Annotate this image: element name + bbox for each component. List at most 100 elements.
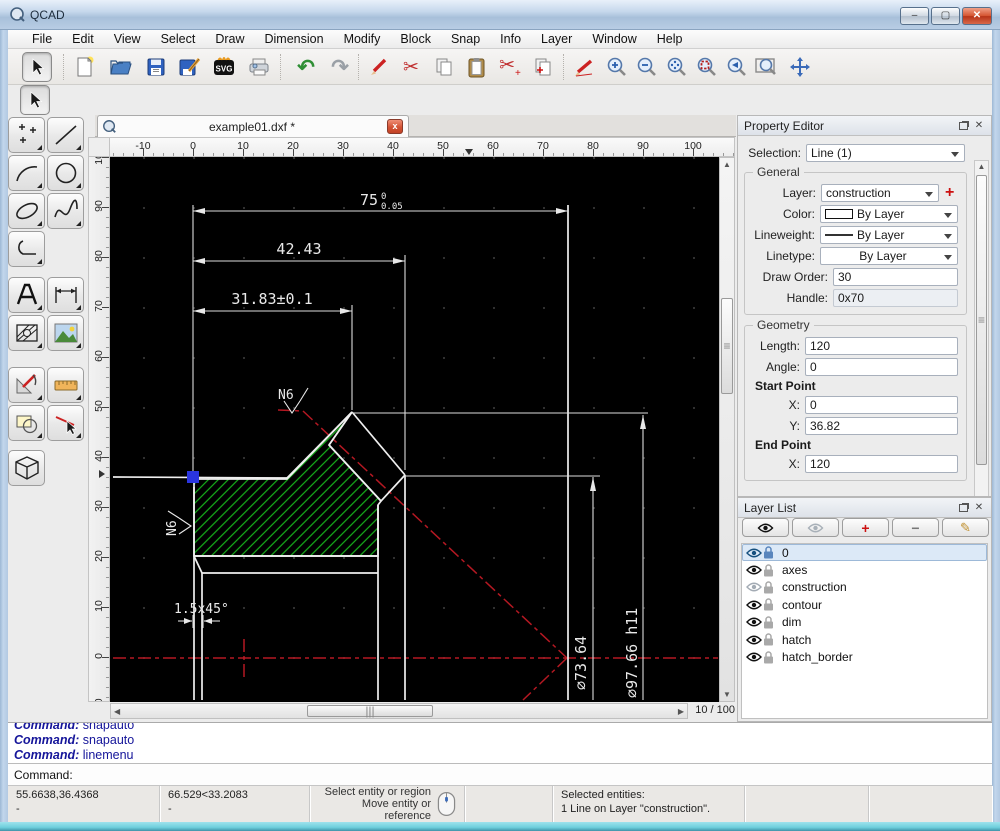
document-tab[interactable]: example01.dxf * x bbox=[97, 115, 409, 137]
layer-row[interactable]: construction bbox=[742, 579, 987, 596]
cut-with-reference-button[interactable]: ✂+ bbox=[495, 52, 525, 82]
layer-visibility-eye-icon[interactable] bbox=[746, 651, 763, 663]
property-editor-button[interactable] bbox=[569, 52, 599, 82]
start-x-input[interactable]: 0 bbox=[805, 396, 958, 414]
layer-visibility-eye-icon[interactable] bbox=[746, 581, 763, 593]
layer-row[interactable]: hatch bbox=[742, 631, 987, 648]
layer-lock-icon[interactable] bbox=[763, 598, 778, 611]
property-scrollbar-thumb[interactable]: ≡ bbox=[976, 175, 987, 465]
draw-order-input[interactable]: 30 bbox=[833, 268, 958, 286]
menu-item[interactable]: File bbox=[22, 32, 62, 46]
command-history[interactable]: Command: snapauto Command: snapauto Comm… bbox=[8, 722, 992, 764]
layer-visibility-eye-icon[interactable] bbox=[746, 599, 763, 611]
float-panel-icon[interactable] bbox=[959, 122, 968, 130]
open-file-button[interactable] bbox=[105, 52, 135, 82]
menu-item[interactable]: Snap bbox=[441, 32, 490, 46]
print-button[interactable] bbox=[244, 52, 274, 82]
add-layer-icon[interactable]: + bbox=[945, 184, 954, 202]
show-all-layers-button[interactable] bbox=[742, 518, 789, 537]
zoom-to-selection-button[interactable] bbox=[692, 52, 722, 82]
close-panel-icon[interactable]: ✕ bbox=[973, 120, 985, 131]
add-layer-button[interactable]: + bbox=[842, 518, 889, 537]
menu-item[interactable]: Block bbox=[390, 32, 441, 46]
menu-item[interactable]: View bbox=[104, 32, 151, 46]
ellipse-tools-button[interactable] bbox=[8, 193, 45, 229]
edit-button[interactable] bbox=[364, 52, 394, 82]
zoom-in-button[interactable] bbox=[602, 52, 632, 82]
block-tools-button[interactable] bbox=[8, 405, 45, 441]
menu-item[interactable]: Help bbox=[647, 32, 693, 46]
close-panel-icon[interactable]: ✕ bbox=[973, 502, 985, 513]
maximize-button[interactable]: ▢ bbox=[931, 7, 960, 25]
select-tool-button[interactable] bbox=[22, 52, 52, 82]
layer-combobox[interactable]: construction bbox=[821, 184, 939, 202]
layer-lock-icon[interactable] bbox=[763, 650, 778, 664]
selection-tool-button[interactable] bbox=[20, 85, 50, 115]
lineweight-combobox[interactable]: By Layer bbox=[819, 226, 958, 244]
end-x-input[interactable]: 120 bbox=[805, 455, 958, 473]
start-y-input[interactable]: 36.82 bbox=[805, 417, 958, 435]
pan-button[interactable] bbox=[785, 52, 815, 82]
command-input[interactable] bbox=[73, 767, 992, 783]
layer-visibility-eye-icon[interactable] bbox=[746, 634, 763, 646]
layer-lock-icon[interactable] bbox=[763, 616, 778, 629]
layer-row[interactable]: 0 bbox=[742, 544, 987, 562]
hide-all-layers-button[interactable] bbox=[792, 518, 839, 537]
solid-tools-button[interactable] bbox=[8, 450, 45, 486]
minimize-button[interactable]: – bbox=[900, 7, 929, 25]
modify-tools-button[interactable] bbox=[8, 367, 45, 403]
cut-button[interactable]: ✂ bbox=[396, 52, 426, 82]
layer-lock-icon[interactable] bbox=[763, 546, 778, 559]
paste-button[interactable] bbox=[461, 52, 491, 82]
vertical-scrollbar[interactable]: ▲ ≡ ▼ bbox=[719, 157, 735, 702]
title-bar[interactable]: QCAD – ▢ ✕ bbox=[0, 0, 1000, 30]
layer-list-titlebar[interactable]: Layer List ✕ bbox=[738, 498, 991, 518]
menu-item[interactable]: Window bbox=[582, 32, 646, 46]
measure-tools-button[interactable] bbox=[47, 367, 84, 403]
menu-item[interactable]: Select bbox=[151, 32, 206, 46]
selection-combobox[interactable]: Line (1) bbox=[806, 144, 965, 162]
line-tools-button[interactable] bbox=[47, 117, 84, 153]
layer-row[interactable]: axes bbox=[742, 561, 987, 578]
layer-lock-icon[interactable] bbox=[763, 581, 778, 594]
menu-item[interactable]: Edit bbox=[62, 32, 104, 46]
text-tool-button[interactable] bbox=[8, 277, 45, 313]
layer-visibility-eye-icon[interactable] bbox=[746, 564, 763, 576]
polyline-tools-button[interactable] bbox=[8, 231, 45, 267]
copy-with-reference-button[interactable] bbox=[528, 52, 558, 82]
menu-item[interactable]: Layer bbox=[531, 32, 582, 46]
angle-input[interactable]: 0 bbox=[805, 358, 958, 376]
new-file-button[interactable] bbox=[70, 52, 100, 82]
vertical-scrollbar-thumb[interactable]: ≡ bbox=[721, 298, 733, 394]
redo-button[interactable]: ↷ bbox=[325, 52, 355, 82]
hatch-tool-button[interactable] bbox=[8, 315, 45, 351]
float-panel-icon[interactable] bbox=[959, 504, 968, 512]
circle-tools-button[interactable] bbox=[47, 155, 84, 191]
horizontal-scrollbar[interactable]: ◀ ||| ▶ bbox=[110, 703, 688, 719]
color-combobox[interactable]: By Layer bbox=[819, 205, 958, 223]
menu-item[interactable]: Info bbox=[490, 32, 531, 46]
layer-visibility-eye-icon[interactable] bbox=[746, 616, 763, 628]
property-editor-scrollbar[interactable]: ▲ ≡ ▼ bbox=[974, 160, 989, 496]
selection-grip[interactable] bbox=[187, 471, 199, 483]
layer-row[interactable]: contour bbox=[742, 596, 987, 613]
close-button[interactable]: ✕ bbox=[962, 7, 992, 25]
layer-lock-icon[interactable] bbox=[763, 563, 778, 577]
edit-layer-button[interactable]: ✎ bbox=[942, 518, 989, 537]
copy-button[interactable] bbox=[429, 52, 459, 82]
remove-layer-button[interactable]: − bbox=[892, 518, 939, 537]
layer-lock-icon[interactable] bbox=[763, 633, 778, 646]
svg-export-button[interactable]: SVG bbox=[209, 52, 239, 82]
save-button[interactable] bbox=[141, 52, 171, 82]
dimension-tools-button[interactable] bbox=[47, 277, 84, 313]
select-entity-tools-button[interactable] bbox=[47, 405, 84, 441]
spline-tools-button[interactable] bbox=[47, 193, 84, 229]
layer-visibility-eye-icon[interactable] bbox=[746, 547, 763, 559]
auto-zoom-button[interactable] bbox=[662, 52, 692, 82]
menu-item[interactable]: Dimension bbox=[255, 32, 334, 46]
drawing-canvas[interactable]: 75 0 0.05 42.43 31.83±0.1 1.5x45° ⌀73.64… bbox=[110, 157, 719, 702]
image-tool-button[interactable] bbox=[47, 315, 84, 351]
length-input[interactable]: 120 bbox=[805, 337, 958, 355]
menu-item[interactable]: Draw bbox=[205, 32, 254, 46]
arc-tools-button[interactable] bbox=[8, 155, 45, 191]
